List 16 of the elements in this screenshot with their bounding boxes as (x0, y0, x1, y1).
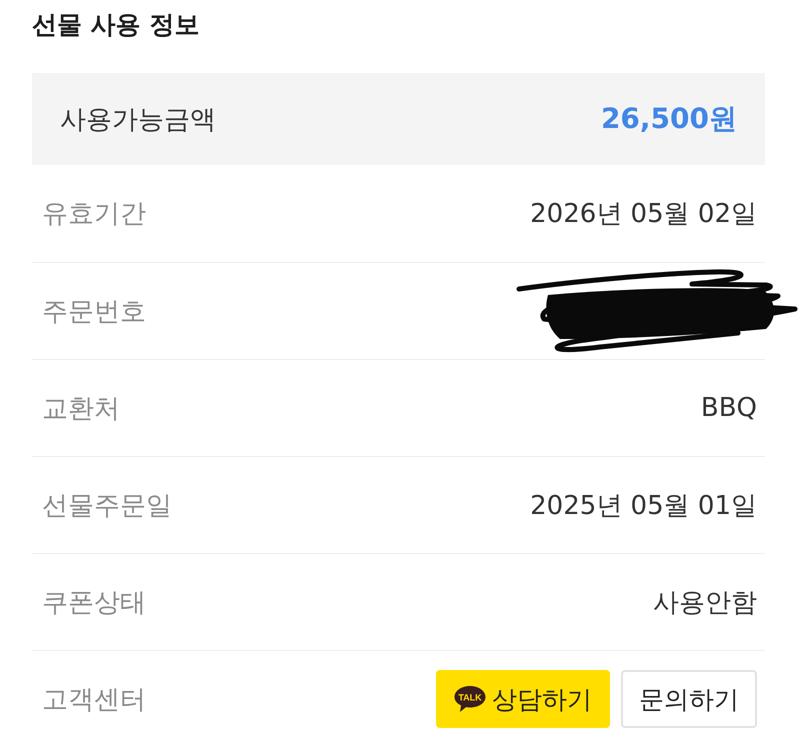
amount-value: 26,500원 (600, 101, 737, 137)
row-label: 쿠폰상태 (42, 586, 146, 620)
row-value: 사용안함 (653, 586, 757, 620)
section-title: 선물 사용 정보 (32, 9, 200, 41)
row-label: 교환처 (42, 392, 120, 426)
row-label: 선물주문일 (42, 490, 172, 522)
inquiry-button[interactable]: 문의하기 (621, 670, 757, 728)
row-value: 2025년 05월 01일 (530, 490, 757, 522)
row-value: BBQ (700, 393, 757, 423)
row-label: 고객센터 (42, 684, 146, 716)
amount-label: 사용가능금액 (60, 104, 216, 136)
chat-button[interactable]: TALK 상담하기 (436, 670, 610, 728)
row-label: 유효기간 (42, 198, 146, 231)
speech-bubble-icon: TALK (454, 685, 486, 713)
row-value: 2026년 05월 02일 (530, 198, 757, 231)
row-label: 주문번호 (42, 296, 146, 328)
